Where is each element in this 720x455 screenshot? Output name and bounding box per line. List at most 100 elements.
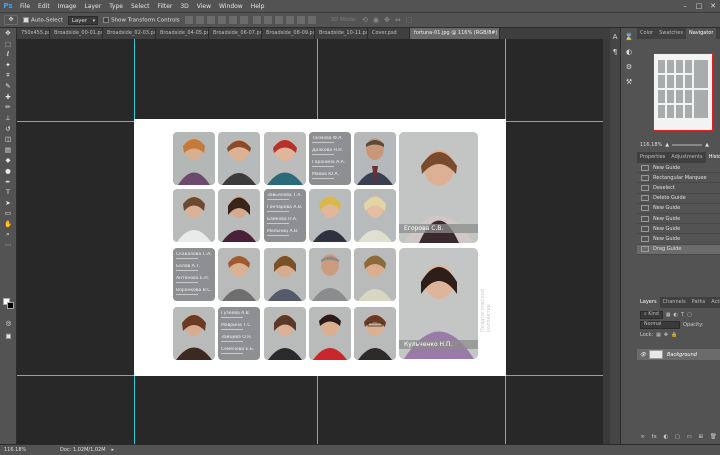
layer-row-background[interactable]: 👁 Background: [637, 349, 720, 360]
tab-adjustments[interactable]: Adjustments: [668, 152, 705, 163]
tab-broadside-04-05[interactable]: Broadside_04-05.psd: [156, 28, 209, 39]
layer-name[interactable]: Background: [667, 352, 697, 358]
maximize-button[interactable]: □: [692, 2, 706, 10]
history-brush-icon[interactable]: ↺: [0, 123, 16, 134]
distribute-center-icon[interactable]: [296, 16, 305, 24]
quick-mask-icon[interactable]: ◎: [0, 318, 17, 329]
zoom-out-icon[interactable]: ▲: [665, 142, 669, 148]
tab-channels[interactable]: Channels: [660, 297, 689, 308]
auto-select-target-select[interactable]: Layer: [67, 15, 99, 25]
lock-pixels-icon[interactable]: ▦: [656, 332, 661, 338]
move-tool-preset-icon[interactable]: ✥: [4, 15, 18, 25]
transform-controls-checkbox[interactable]: [103, 16, 110, 23]
minimize-button[interactable]: –: [678, 2, 692, 10]
distribute-bottom-icon[interactable]: [274, 16, 283, 24]
history-item[interactable]: New Guide: [637, 214, 720, 225]
brush-icon[interactable]: ✏: [0, 102, 16, 113]
canvas-vertical-scrollbar[interactable]: [603, 39, 610, 444]
menu-file[interactable]: File: [16, 3, 34, 10]
lasso-icon[interactable]: ℓ: [0, 49, 16, 60]
zoom-icon[interactable]: ⌕: [0, 229, 16, 240]
history-item[interactable]: New Guide: [637, 224, 720, 235]
filter-adjust-icon[interactable]: ◐: [674, 312, 678, 318]
roll-3d-icon[interactable]: ◉: [373, 16, 379, 24]
layer-style-icon[interactable]: fx: [652, 434, 657, 444]
shape-icon[interactable]: ▭: [0, 208, 16, 219]
align-left-icon[interactable]: [217, 16, 226, 24]
history-item[interactable]: Delete Guide: [637, 194, 720, 204]
move-icon[interactable]: ✥: [0, 28, 16, 39]
menu-help[interactable]: Help: [247, 3, 269, 10]
transform-controls-option[interactable]: Show Transform Controls: [103, 16, 180, 23]
paragraph-panel-icon[interactable]: ¶: [611, 46, 620, 58]
menu-layer[interactable]: Layer: [80, 3, 105, 10]
history-item[interactable]: New Guide: [637, 163, 720, 174]
magic-wand-icon[interactable]: ✦: [0, 60, 16, 71]
distribute-top-icon[interactable]: [252, 16, 261, 24]
filter-shape-icon[interactable]: ▢: [687, 312, 692, 318]
tab-broadside-00-01[interactable]: Broadside_00-01.psd: [50, 28, 103, 39]
pen-icon[interactable]: ✒: [0, 176, 16, 187]
slide-3d-icon[interactable]: ⇔: [395, 16, 401, 24]
menu-view[interactable]: View: [193, 3, 215, 10]
history-panel-icon[interactable]: ⌛: [623, 31, 636, 43]
blend-mode-select[interactable]: Normal: [640, 321, 680, 329]
new-adjustment-icon[interactable]: ◐: [663, 434, 668, 444]
marquee-icon[interactable]: ⬚: [0, 39, 16, 50]
status-zoom[interactable]: 116.18%: [0, 447, 40, 453]
tab-navigator[interactable]: Navigator: [685, 28, 717, 39]
delete-layer-icon[interactable]: 🗑: [710, 434, 717, 444]
text-icon[interactable]: T: [0, 187, 16, 198]
auto-select-option[interactable]: Auto-Select: [23, 16, 63, 23]
menu-select[interactable]: Select: [127, 3, 154, 10]
history-item[interactable]: Rectangular Marquee: [637, 173, 720, 184]
tab-actions[interactable]: Actions: [708, 297, 720, 308]
canvas-area[interactable]: Тасмова Ф.А. Долкова Н.Н. Гаранина А.А. …: [17, 39, 603, 444]
settings-icon[interactable]: ⚙: [623, 61, 636, 73]
screen-mode-icon[interactable]: ▣: [0, 331, 17, 342]
history-item-selected[interactable]: Drag Guide: [637, 244, 720, 255]
new-layer-icon[interactable]: ⊞: [698, 434, 703, 444]
align-center-icon[interactable]: [228, 16, 237, 24]
menu-edit[interactable]: Edit: [34, 3, 54, 10]
healing-icon[interactable]: ✚: [0, 92, 16, 103]
zoom-in-icon[interactable]: ▲: [705, 142, 709, 148]
tab-broadside-10-11[interactable]: Broadside_10-11.psd: [315, 28, 368, 39]
align-top-icon[interactable]: [184, 16, 193, 24]
crop-icon[interactable]: ⌗: [0, 70, 16, 81]
lock-position-icon[interactable]: ✥: [664, 332, 668, 338]
align-right-icon[interactable]: [239, 16, 248, 24]
history-item[interactable]: New Guide: [637, 234, 720, 245]
menu-filter[interactable]: Filter: [154, 3, 177, 10]
align-middle-icon[interactable]: [195, 16, 204, 24]
filter-pixel-icon[interactable]: ▦: [666, 312, 671, 318]
zoom-slider[interactable]: [672, 144, 703, 146]
tool-presets-icon[interactable]: ⚒: [623, 76, 636, 88]
stamp-icon[interactable]: ⊥: [0, 113, 16, 124]
tab-750x455[interactable]: 750x455.psd: [17, 28, 50, 39]
distribute-right-icon[interactable]: [307, 16, 316, 24]
adjust-panel-icon[interactable]: ◐: [623, 46, 636, 58]
distribute-left-icon[interactable]: [285, 16, 294, 24]
status-arrow-icon[interactable]: ▸: [112, 447, 115, 453]
pan-3d-icon[interactable]: ✥: [384, 16, 390, 24]
more-tools-icon[interactable]: ⋯: [0, 240, 16, 251]
tab-broadside-06-07[interactable]: Broadside_06-07.psd: [209, 28, 262, 39]
layer-kind-filter[interactable]: ⌕ Kind: [640, 311, 663, 319]
auto-select-checkbox[interactable]: [23, 16, 29, 23]
background-color-swatch[interactable]: [7, 302, 14, 309]
add-mask-icon[interactable]: ▢: [675, 434, 680, 444]
tab-broadside-08-09[interactable]: Broadside_08-09.psd: [262, 28, 315, 39]
navigator-preview[interactable]: [653, 53, 713, 131]
navigator-zoom-value[interactable]: 116.18%: [640, 142, 662, 148]
history-item[interactable]: New Guide: [637, 204, 720, 214]
tab-color[interactable]: Color: [637, 28, 656, 39]
tab-properties[interactable]: Properties: [637, 152, 668, 163]
new-group-icon[interactable]: ▭: [687, 434, 692, 444]
orbit-3d-icon[interactable]: ⟲: [362, 16, 368, 24]
gradient-icon[interactable]: ▤: [0, 145, 16, 156]
menu-type[interactable]: Type: [105, 3, 127, 10]
link-layers-icon[interactable]: ∞: [640, 434, 645, 444]
menu-window[interactable]: Window: [215, 3, 247, 10]
char-panel-icon[interactable]: A: [611, 31, 620, 43]
